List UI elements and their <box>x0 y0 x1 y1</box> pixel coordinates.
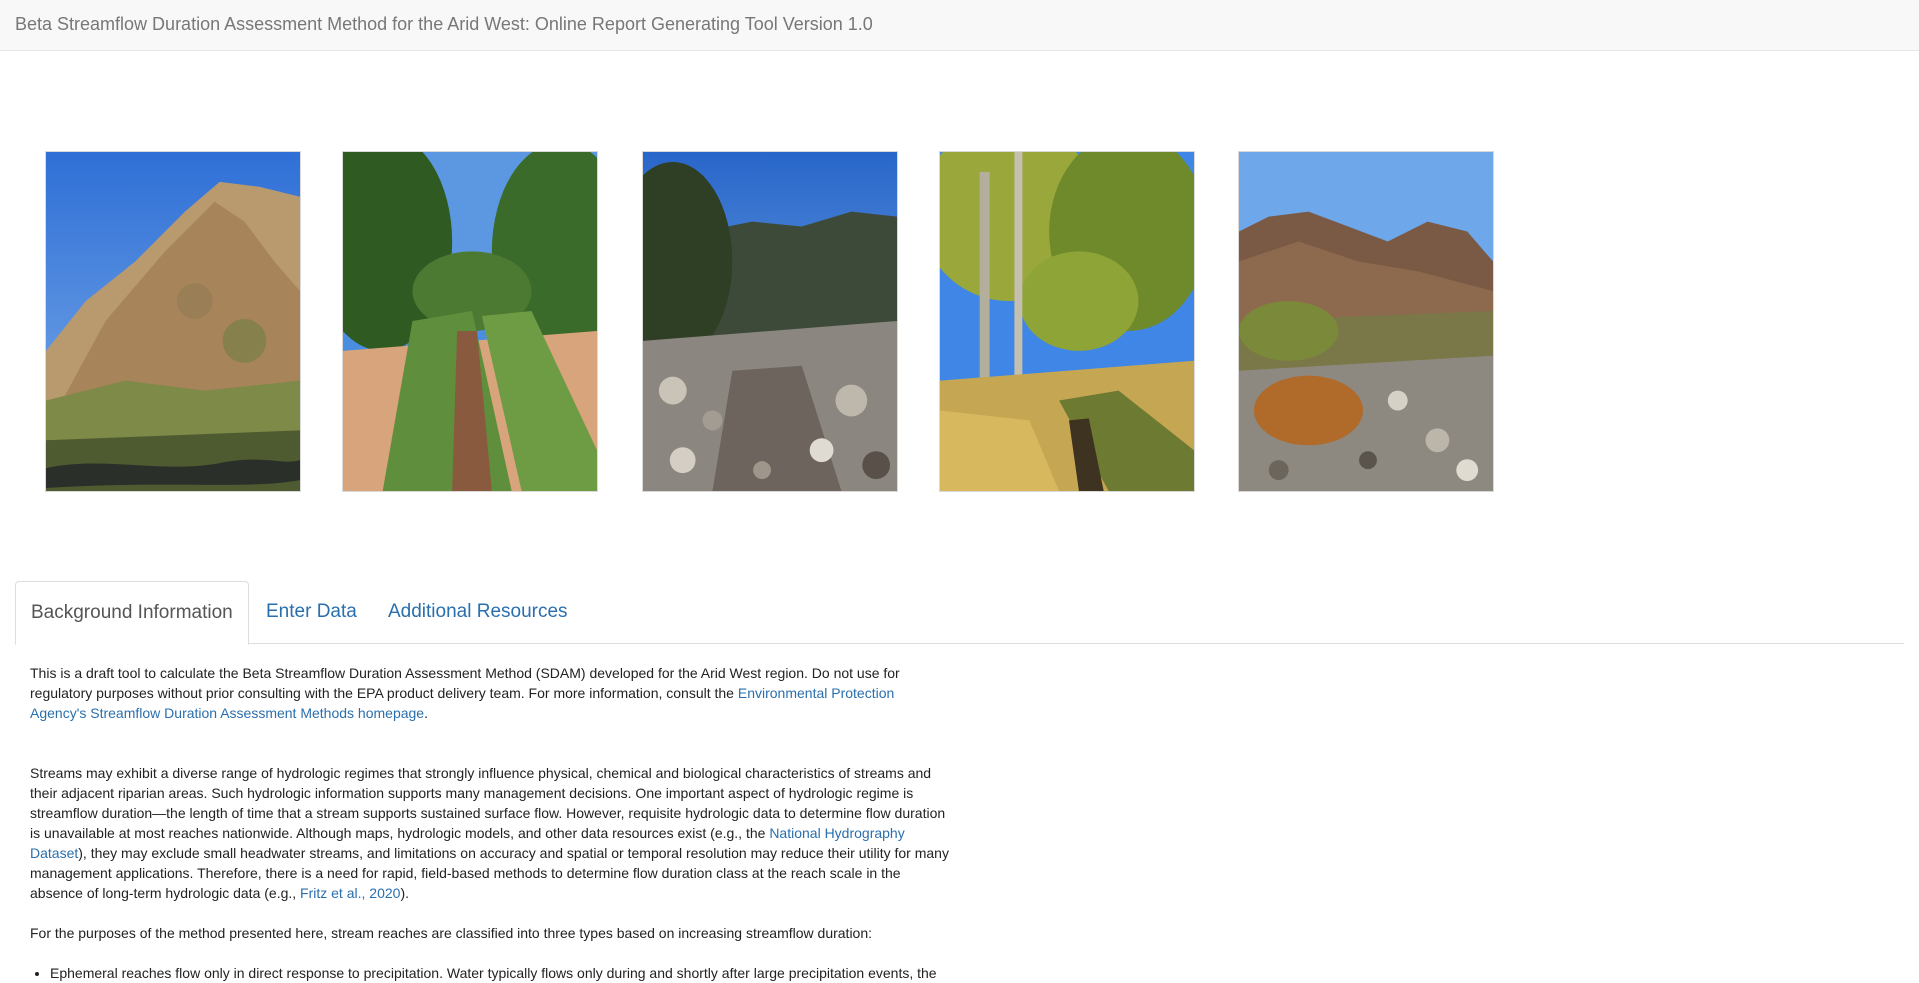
tab-background-information[interactable]: Background Information <box>15 581 249 645</box>
regime-text-c: ). <box>400 885 409 901</box>
tab-bar: Background Information Enter Data Additi… <box>15 581 1904 645</box>
app-title[interactable]: Beta Streamflow Duration Assessment Meth… <box>15 14 873 35</box>
reach-type-list: Ephemeral reaches flow only in direct re… <box>50 963 950 983</box>
photo-riparian-channel <box>342 151 598 492</box>
photo-rocky-streambed-mountains <box>642 151 898 492</box>
photo-gallery <box>0 151 1919 492</box>
classification-paragraph: For the purposes of the method presented… <box>30 925 873 941</box>
intro-paragraph: This is a draft tool to calculate the Be… <box>30 663 950 723</box>
navbar: Beta Streamflow Duration Assessment Meth… <box>0 0 1919 51</box>
intro-end: . <box>424 705 428 721</box>
photo-rocky-hillside-stream <box>45 151 301 492</box>
background-content: This is a draft tool to calculate the Be… <box>30 663 950 983</box>
tab-additional-resources[interactable]: Additional Resources <box>373 581 583 644</box>
list-item: Ephemeral reaches flow only in direct re… <box>50 963 950 983</box>
regime-text-b: ), they may exclude small headwater stre… <box>30 845 949 901</box>
fritz-2020-link[interactable]: Fritz et al., 2020 <box>300 885 400 901</box>
photo-dry-wash-brown-hills <box>1238 151 1494 492</box>
hydrologic-regime-paragraph: Streams may exhibit a diverse range of h… <box>30 763 950 903</box>
photo-cottonwood-creek <box>939 151 1195 492</box>
tab-enter-data[interactable]: Enter Data <box>251 581 372 644</box>
